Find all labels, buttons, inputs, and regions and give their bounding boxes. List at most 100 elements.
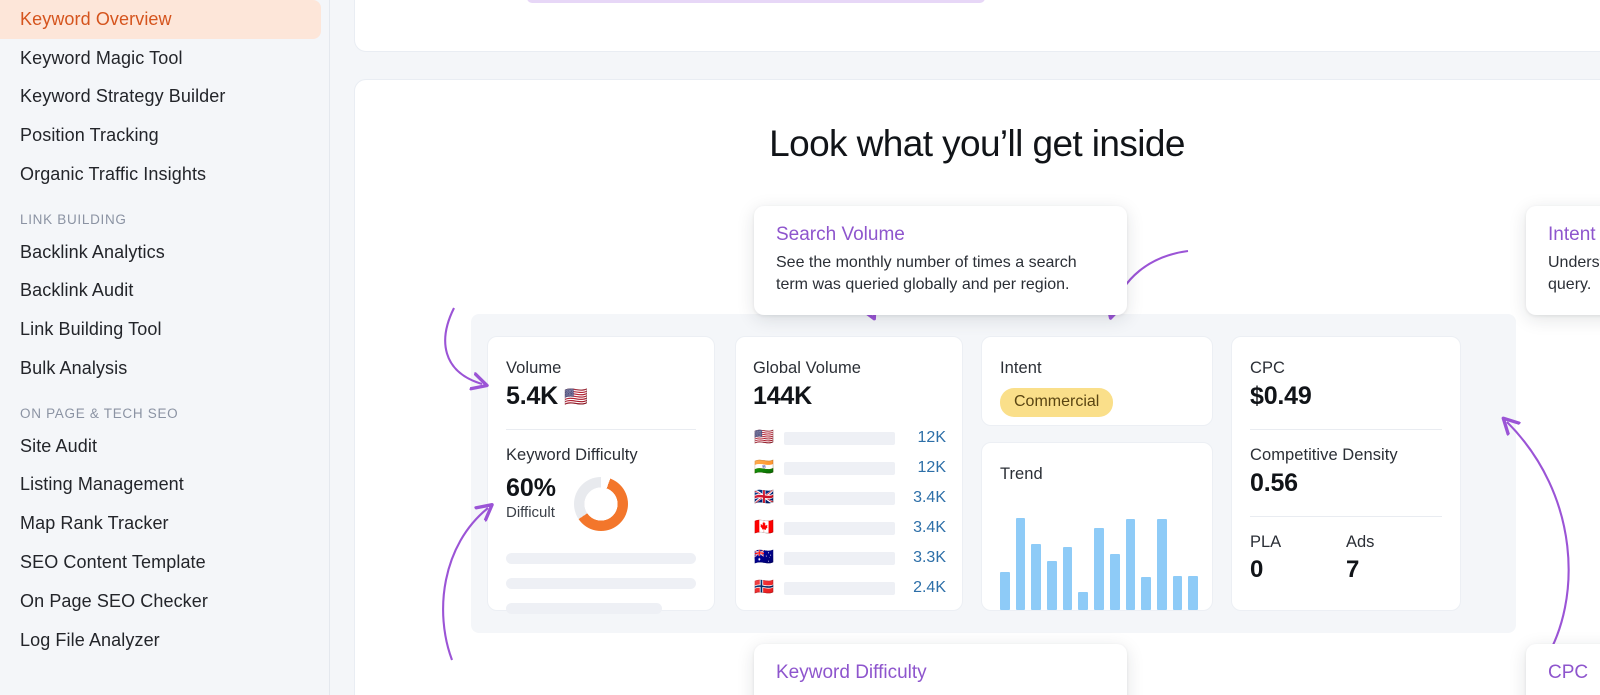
cpc-card: CPC $0.49 Competitive Density 0.56 PLA 0… [1231, 336, 1461, 611]
global-volume-row-value: 2.4K [913, 579, 946, 596]
keyword-difficulty-value: 60% [506, 474, 557, 502]
ads-label: Ads [1346, 533, 1375, 551]
intent-label: Intent [1000, 359, 1042, 377]
sidebar-item-label: Listing Management [20, 474, 184, 495]
sidebar-section-link-building: LINK BUILDING [20, 211, 127, 227]
bar-track [784, 551, 895, 565]
sidebar-item-link-building-tool[interactable]: Link Building Tool [0, 310, 329, 349]
sidebar-item-seo-content-template[interactable]: SEO Content Template [0, 543, 329, 582]
volume-value-row: 5.4K 🇺🇸 [506, 382, 696, 411]
volume-label: Volume [506, 359, 562, 377]
global-volume-row: 🇬🇧 3.4K [753, 483, 946, 513]
trend-bar [1031, 543, 1042, 610]
canada-flag-icon: 🇨🇦 [754, 519, 774, 536]
bar-track [784, 521, 895, 535]
sidebar-item-label: Log File Analyzer [20, 629, 160, 650]
tooltip-keyword-difficulty: Keyword Difficulty [754, 644, 1127, 695]
global-volume-card: Global Volume 144K 🇺🇸 12K 🇮🇳 12K 🇬🇧 3.4K… [735, 336, 963, 611]
sidebar-item-site-audit[interactable]: Site Audit [0, 427, 329, 466]
india-flag-icon: 🇮🇳 [754, 459, 774, 476]
sidebar-item-label: Bulk Analysis [20, 358, 128, 379]
tooltip-cpc: CPC [1526, 644, 1600, 695]
tooltip-body: Understand the deeper intent behind ever… [1548, 254, 1600, 293]
trend-bar [1078, 591, 1089, 610]
sidebar-item-on-page-seo-checker[interactable]: On Page SEO Checker [0, 582, 329, 621]
keyword-difficulty-label: Keyword Difficulty [506, 446, 638, 464]
cpc-label: CPC [1250, 359, 1285, 377]
pla-label: PLA [1250, 533, 1282, 551]
sidebar-item-map-rank-tracker[interactable]: Map Rank Tracker [0, 504, 329, 543]
global-volume-bar-list: 🇺🇸 12K 🇮🇳 12K 🇬🇧 3.4K 🇨🇦 3.4K 🇦🇺 3.3K 🇳🇴… [753, 423, 946, 603]
trend-bar [1156, 519, 1167, 610]
competitive-density-value: 0.56 [1250, 469, 1298, 497]
uk-flag-icon: 🇬🇧 [754, 489, 774, 506]
sidebar-item-label: Link Building Tool [20, 319, 162, 340]
us-flag-icon: 🇺🇸 [564, 386, 588, 408]
feature-panel: Look what you’ll get inside Volume 5.4K … [354, 79, 1600, 695]
divider [1250, 429, 1442, 430]
sidebar-section-on-page-tech-seo: ON PAGE & TECH SEO [20, 405, 179, 421]
volume-card: Volume 5.4K 🇺🇸 Keyword Difficulty 60% Di… [487, 336, 715, 614]
global-volume-row: 🇨🇦 3.4K [753, 513, 946, 543]
trend-card: Trend [981, 442, 1213, 611]
bar-track [784, 431, 895, 445]
sidebar: Keyword Overview Keyword Magic Tool Keyw… [0, 0, 330, 695]
sidebar-item-keyword-overview[interactable]: Keyword Overview [0, 0, 321, 39]
metrics-stage: Volume 5.4K 🇺🇸 Keyword Difficulty 60% Di… [471, 314, 1516, 633]
sidebar-item-organic-traffic-insights[interactable]: Organic Traffic Insights [0, 155, 329, 194]
sidebar-item-log-file-analyzer[interactable]: Log File Analyzer [0, 621, 329, 660]
tooltip-search-volume: Search Volume See the monthly number of … [754, 206, 1127, 316]
trend-bar [1062, 546, 1073, 610]
sidebar-item-keyword-strategy-builder[interactable]: Keyword Strategy Builder [0, 78, 329, 117]
trend-bar [1094, 528, 1104, 610]
global-volume-row-value: 3.3K [913, 549, 946, 566]
skeleton-lines [506, 553, 696, 614]
sidebar-item-label: Backlink Audit [20, 280, 134, 301]
sidebar-item-label: Position Tracking [20, 125, 159, 146]
sidebar-item-label: Organic Traffic Insights [20, 164, 207, 185]
trend-bar [1109, 553, 1120, 610]
global-volume-row: 🇮🇳 12K [753, 453, 946, 483]
skeleton-line [506, 603, 662, 614]
trend-bar [1172, 576, 1183, 610]
ads-metric: Ads 7 [1346, 533, 1442, 584]
norway-flag-icon: 🇳🇴 [754, 579, 774, 596]
sidebar-item-bulk-analysis[interactable]: Bulk Analysis [0, 349, 329, 388]
trend-bar [1000, 572, 1010, 610]
intent-card: Intent Commercial [981, 336, 1213, 426]
competitive-density-label: Competitive Density [1250, 446, 1398, 464]
tooltip-title: Intent [1548, 224, 1596, 245]
tooltip-intent: Intent Understand the deeper intent behi… [1526, 206, 1600, 316]
sidebar-item-backlink-analytics[interactable]: Backlink Analytics [0, 233, 329, 272]
tooltip-title: Keyword Difficulty [776, 662, 927, 683]
global-volume-row-value: 12K [917, 429, 946, 446]
keyword-difficulty-text: 60% Difficult [506, 474, 557, 522]
trend-label: Trend [1000, 465, 1043, 483]
trend-bar [1015, 518, 1026, 610]
global-volume-row: 🇺🇸 12K [753, 423, 946, 453]
previous-panel-accent-bar [527, 0, 985, 3]
sidebar-item-listing-management[interactable]: Listing Management [0, 466, 329, 505]
bar-track [784, 491, 895, 505]
sidebar-item-label: Keyword Magic Tool [20, 47, 183, 68]
global-volume-row-value: 3.4K [913, 519, 946, 536]
sidebar-item-backlink-audit[interactable]: Backlink Audit [0, 272, 329, 311]
us-flag-icon: 🇺🇸 [754, 429, 774, 446]
divider [1250, 516, 1442, 517]
global-volume-row: 🇳🇴 2.4K [753, 573, 946, 603]
pla-metric: PLA 0 [1250, 533, 1346, 584]
trend-bar [1047, 561, 1057, 610]
cpc-value: $0.49 [1250, 382, 1312, 410]
tooltip-title: Search Volume [776, 224, 905, 245]
sidebar-item-keyword-magic-tool[interactable]: Keyword Magic Tool [0, 39, 329, 78]
trend-bar [1125, 519, 1136, 610]
pla-value: 0 [1250, 556, 1264, 583]
sidebar-item-label: Keyword Strategy Builder [20, 86, 226, 107]
global-volume-row: 🇦🇺 3.3K [753, 543, 946, 573]
tooltip-body: See the monthly number of times a search… [776, 254, 1077, 293]
main-content: Look what you’ll get inside Volume 5.4K … [330, 0, 1600, 695]
keyword-difficulty-rating: Difficult [506, 504, 555, 522]
page-title: Look what you’ll get inside [769, 123, 1185, 164]
sidebar-item-position-tracking[interactable]: Position Tracking [0, 116, 329, 155]
sidebar-item-label: Backlink Analytics [20, 241, 165, 262]
